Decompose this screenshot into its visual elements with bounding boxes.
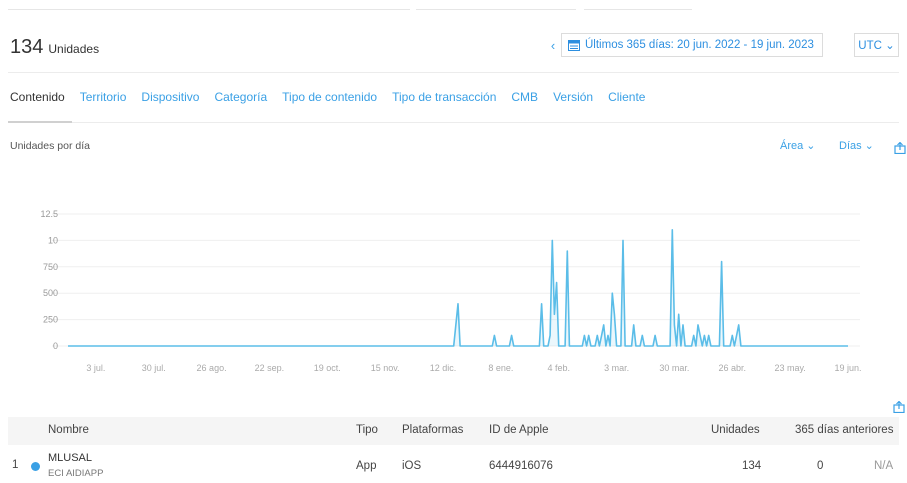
tab-categoria[interactable]: Categoría <box>214 90 267 104</box>
y-tick-label: 12.5 <box>40 209 58 219</box>
x-tick-label: 3 jul. <box>86 363 105 373</box>
tab-tipo-de-transaccion[interactable]: Tipo de transacción <box>392 90 496 104</box>
timezone-select[interactable]: UTC ⌄ <box>854 33 899 57</box>
chart-type-dropdown[interactable]: Área ⌄ <box>780 139 816 152</box>
x-tick-label: 19 jun. <box>834 363 861 373</box>
y-tick-label: 0 <box>53 341 58 351</box>
column-header-id-apple[interactable]: ID de Apple <box>489 424 548 436</box>
top-section-divider <box>8 0 410 10</box>
interval-dropdown[interactable]: Días ⌄ <box>839 139 874 152</box>
date-navigator: ‹ Últimos 365 días: 20 jun. 2022 - 19 ju… <box>545 33 823 57</box>
tabs-divider <box>8 122 899 123</box>
x-tick-label: 30 mar. <box>659 363 689 373</box>
y-tick-label: 500 <box>43 288 58 298</box>
row-number: 1 <box>12 459 19 471</box>
active-tab-indicator <box>8 121 72 123</box>
dimension-tabs: Contenido Territorio Dispositivo Categor… <box>10 90 660 104</box>
units-count: 134 <box>10 36 44 58</box>
tab-tipo-de-contenido[interactable]: Tipo de contenido <box>282 90 377 104</box>
x-tick-label: 12 dic. <box>430 363 457 373</box>
previous-period-value: 0 <box>817 460 824 472</box>
column-header-tipo[interactable]: Tipo <box>356 424 378 436</box>
date-range-picker[interactable]: Últimos 365 días: 20 jun. 2022 - 19 jun.… <box>561 33 823 57</box>
y-tick-label: 10 <box>48 235 58 245</box>
header-divider <box>8 72 899 73</box>
series-area <box>68 229 848 346</box>
x-tick-label: 30 jul. <box>142 363 166 373</box>
series-color-dot <box>31 462 40 471</box>
tab-territorio[interactable]: Territorio <box>80 90 127 104</box>
units-label: Unidades <box>48 42 100 56</box>
x-tick-label: 15 nov. <box>371 363 400 373</box>
chart-title: Unidades por día <box>10 140 90 152</box>
top-section-divider <box>584 0 692 10</box>
x-tick-label: 19 oct. <box>314 363 341 373</box>
column-header-unidades[interactable]: Unidades <box>711 424 760 436</box>
export-table-icon[interactable] <box>893 401 905 413</box>
x-tick-label: 22 sep. <box>255 363 285 373</box>
tab-version[interactable]: Versión <box>553 90 593 104</box>
app-developer: ECI AIDIAPP <box>48 468 104 479</box>
date-range-label: Últimos 365 días: 20 jun. 2022 - 19 jun.… <box>585 39 814 51</box>
table-row[interactable]: 1 MLUSAL ECI AIDIAPP App iOS 6444916076 … <box>8 446 899 483</box>
apple-id: 6444916076 <box>489 460 553 472</box>
units-per-day-chart: 12.5 10 750 500 250 0 3 jul. 30 jul. 26 ago. 22 … <box>40 209 861 373</box>
column-header-365-dias[interactable]: 365 días anteriores <box>795 424 893 436</box>
y-tick-label: 750 <box>43 262 58 272</box>
units-summary: 134 Unidades <box>10 36 99 59</box>
x-tick-label: 3 mar. <box>604 363 629 373</box>
column-header-nombre[interactable]: Nombre <box>48 424 89 436</box>
x-tick-label: 26 abr. <box>719 363 747 373</box>
tab-cmb[interactable]: CMB <box>511 90 538 104</box>
units-value: 134 <box>742 460 762 472</box>
previous-period-button[interactable]: ‹ <box>545 38 561 53</box>
column-header-plataformas[interactable]: Plataformas <box>402 424 463 436</box>
export-chart-icon[interactable] <box>894 142 906 154</box>
change-value: N/A <box>874 460 894 472</box>
tab-cliente[interactable]: Cliente <box>608 90 645 104</box>
x-tick-label: 26 ago. <box>197 363 227 373</box>
x-tick-label: 4 feb. <box>547 363 570 373</box>
y-tick-label: 250 <box>43 315 58 325</box>
tab-dispositivo[interactable]: Dispositivo <box>141 90 199 104</box>
x-tick-label: 8 ene. <box>488 363 513 373</box>
calendar-icon <box>568 39 580 51</box>
app-platform: iOS <box>402 460 422 472</box>
app-name: MLUSAL <box>48 452 93 464</box>
x-tick-label: 23 may. <box>774 363 805 373</box>
table-header: Nombre Tipo Plataformas ID de Apple Unid… <box>8 417 899 445</box>
app-type: App <box>356 460 377 472</box>
top-section-divider <box>416 0 576 10</box>
tab-contenido[interactable]: Contenido <box>10 90 65 104</box>
